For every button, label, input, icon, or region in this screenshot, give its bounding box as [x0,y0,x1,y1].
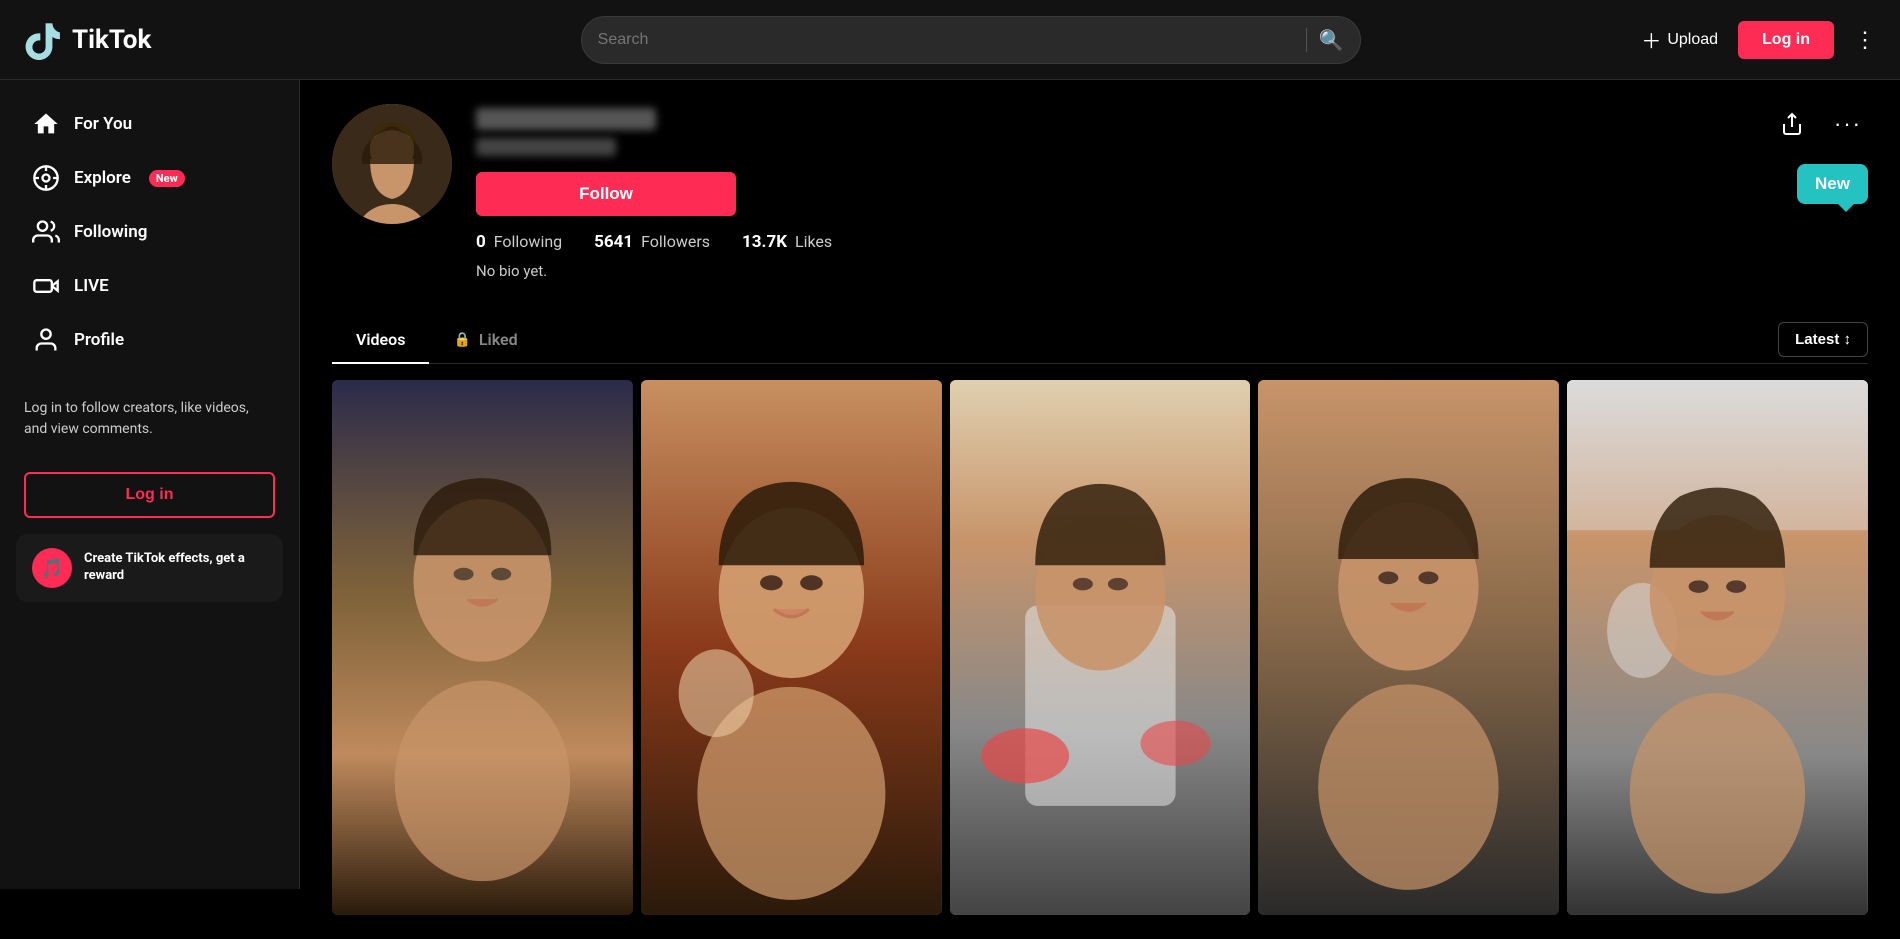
header: TikTok 🔍 ＋ Upload Log in ⋮ [0,0,1900,80]
profile-bio: No bio yet. [476,262,1748,280]
video-thumbnail-5[interactable] [1567,380,1868,915]
sidebar-item-following[interactable]: Following [8,206,291,258]
header-actions: ＋ Upload Log in ⋮ [1641,21,1876,59]
effects-banner[interactable]: 🎵 Create TikTok effects, get a reward [16,534,283,602]
sidebar-login-button[interactable]: Log in [24,472,275,518]
explore-new-badge: New [149,170,185,187]
plus-icon: ＋ [1641,25,1661,54]
sidebar: For You Explore New Following LIVE [0,80,300,889]
tab-videos[interactable]: Videos [332,316,429,363]
sidebar-item-live[interactable]: LIVE [8,260,291,312]
videos-tab-label: Videos [356,330,405,349]
profile-actions: ··· [1772,104,1868,144]
video-grid [332,380,1868,915]
profile-handle [476,138,616,156]
search-box[interactable]: 🔍 [581,16,1361,64]
following-label: Following [494,232,562,251]
main-content: Follow 0 Following 5641 Followers 13.7K … [300,80,1900,939]
compass-icon [32,164,60,192]
logo-area: TikTok [24,20,324,60]
tiktok-logo-icon [24,20,64,60]
main-layout: For You Explore New Following LIVE [0,0,1900,939]
sidebar-login-prompt: Log in to follow creators, like videos, … [0,378,299,460]
sidebar-label-following: Following [74,222,147,242]
likes-stat: 13.7K Likes [742,232,832,252]
live-icon [32,272,60,300]
more-options-button[interactable]: ⋮ [1854,27,1876,53]
share-button[interactable] [1772,104,1812,144]
sidebar-nav: For You Explore New Following LIVE [0,98,299,366]
sidebar-item-profile[interactable]: Profile [8,314,291,366]
video-thumbnail-3[interactable] [950,380,1251,915]
tab-liked[interactable]: 🔒 Liked [429,316,541,363]
upload-button[interactable]: ＋ Upload [1641,25,1718,54]
profile-info: Follow 0 Following 5641 Followers 13.7K … [476,104,1748,280]
profile-icon [32,326,60,354]
sidebar-label-profile: Profile [74,330,124,350]
more-options-profile-button[interactable]: ··· [1828,104,1868,144]
upload-label: Upload [1667,31,1718,49]
followers-label: Followers [641,232,710,251]
followers-count: 5641 [594,232,633,252]
share-icon [1780,112,1804,136]
sidebar-label-explore: Explore [74,168,131,188]
follow-button[interactable]: Follow [476,172,736,216]
following-count: 0 [476,232,486,252]
profile-avatar [332,104,452,224]
logo-text: TikTok [72,25,151,55]
following-stat: 0 Following [476,232,562,252]
sidebar-label-live: LIVE [74,276,109,296]
new-floating-button[interactable]: New [1797,164,1868,204]
effects-text: Create TikTok effects, get a reward [84,551,267,585]
sidebar-label-for-you: For You [74,114,132,134]
search-icon[interactable]: 🔍 [1319,28,1344,52]
login-button[interactable]: Log in [1738,21,1834,59]
video-thumbnail-4[interactable] [1258,380,1559,915]
sidebar-item-explore[interactable]: Explore New [8,152,291,204]
ellipsis-icon: ··· [1834,111,1862,137]
profile-stats: 0 Following 5641 Followers 13.7K Likes [476,232,1748,252]
profile-tabs: Videos 🔒 Liked Latest ↕ [332,316,1868,364]
people-icon [32,218,60,246]
video-thumbnail-2[interactable] [641,380,942,915]
liked-tab-label: Liked [479,330,518,349]
sidebar-item-for-you[interactable]: For You [8,98,291,150]
followers-stat: 5641 Followers [594,232,710,252]
home-icon [32,110,60,138]
sort-button[interactable]: Latest ↕ [1778,322,1868,357]
profile-header: Follow 0 Following 5641 Followers 13.7K … [332,104,1868,296]
effects-icon: 🎵 [32,548,72,588]
profile-username [476,108,656,130]
search-area: 🔍 [324,16,1617,64]
lock-icon: 🔒 [453,332,470,348]
avatar-image [332,104,452,224]
search-divider [1306,28,1307,52]
video-thumbnail-1[interactable] [332,380,633,915]
search-input[interactable] [598,31,1294,49]
likes-count: 13.7K [742,232,787,252]
likes-label: Likes [795,232,832,251]
